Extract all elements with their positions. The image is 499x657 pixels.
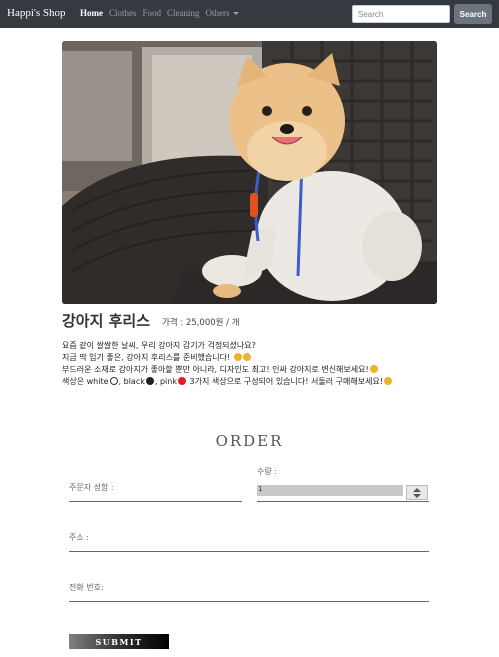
phone-input[interactable] — [69, 601, 429, 602]
color-text-pink: , pink — [154, 377, 177, 386]
navbar: Happi's Shop Home Clothes Food Cleaning … — [0, 0, 499, 28]
dog-emoji-icon — [242, 353, 251, 361]
nav-item-home[interactable]: Home — [80, 8, 103, 18]
nav-item-food[interactable]: Food — [143, 8, 162, 18]
quantity-spinner[interactable] — [406, 485, 428, 500]
description-line: 색상은 white , black , pink 3가지 색상으로 구성되어 있습니… — [62, 376, 494, 388]
chevron-down-icon — [232, 12, 239, 16]
product-description: 요즘 같이 쌀쌀한 날씨, 우리 강아지 감기가 걱정되셨나요? 지금 딱 입기… — [62, 340, 494, 388]
product-image — [62, 41, 437, 304]
description-line: 부드러운 소재로 강아지가 좋아할 뿐만 아니라, 디자인도 최고! 인싸 강아… — [62, 364, 494, 376]
submit-button[interactable]: SUBMIT — [69, 634, 169, 649]
brand-logo[interactable]: Happi's Shop — [7, 7, 66, 19]
paw-emoji-icon — [233, 353, 242, 361]
nav-item-clothes[interactable]: Clothes — [109, 8, 137, 18]
color-text-white: 색상은 white — [62, 377, 109, 386]
arrow-up-icon[interactable] — [413, 488, 421, 492]
quantity-underline — [257, 501, 429, 502]
nav-menu: Home Clothes Food Cleaning Others — [80, 8, 239, 18]
scream-emoji-icon — [384, 377, 392, 385]
description-line: 지금 딱 입기 좋은, 강아지 후리스를 준비했습니다! — [62, 352, 494, 364]
search-input[interactable] — [352, 5, 450, 23]
nav-item-cleaning[interactable]: Cleaning — [167, 8, 200, 18]
white-circle-icon — [109, 377, 118, 385]
quantity-value: 1 — [258, 485, 263, 493]
smile-emoji-icon — [369, 365, 378, 373]
product-price: 가격 : 25,000원 / 개 — [162, 318, 240, 328]
address-input[interactable] — [69, 551, 429, 552]
product-name: 강아지 후리스 — [62, 312, 151, 330]
quantity-stepper[interactable]: 1 — [257, 485, 429, 500]
description-line-text: 3가지 색상으로 구성되어 있습니다! 서둘러 구매해보세요! — [186, 377, 383, 386]
description-line-text: 지금 딱 입기 좋은, 강아지 후리스를 준비했습니다! — [62, 353, 231, 362]
description-line: 요즘 같이 쌀쌀한 날씨, 우리 강아지 감기가 걱정되셨나요? — [62, 341, 256, 350]
search-button[interactable]: Search — [454, 4, 492, 24]
name-input[interactable] — [69, 501, 242, 502]
phone-label: 전화 번호: — [69, 583, 104, 592]
order-title: ORDER — [215, 432, 284, 450]
quantity-field — [257, 485, 403, 496]
name-label: 주문자 성함 : — [69, 483, 114, 492]
arrow-down-icon[interactable] — [413, 494, 421, 498]
color-text-black: , black — [118, 377, 145, 386]
dog-photo-icon — [62, 41, 437, 304]
nav-item-others-label: Others — [205, 8, 230, 18]
address-label: 주소 : — [69, 533, 89, 542]
quantity-label: 수량 : — [257, 467, 277, 476]
description-line-text: 부드러운 소재로 강아지가 좋아할 뿐만 아니라, 디자인도 최고! 인싸 강아… — [62, 365, 369, 374]
nav-item-others[interactable]: Others — [206, 8, 239, 18]
red-circle-icon — [177, 377, 186, 385]
black-circle-icon — [145, 377, 154, 385]
